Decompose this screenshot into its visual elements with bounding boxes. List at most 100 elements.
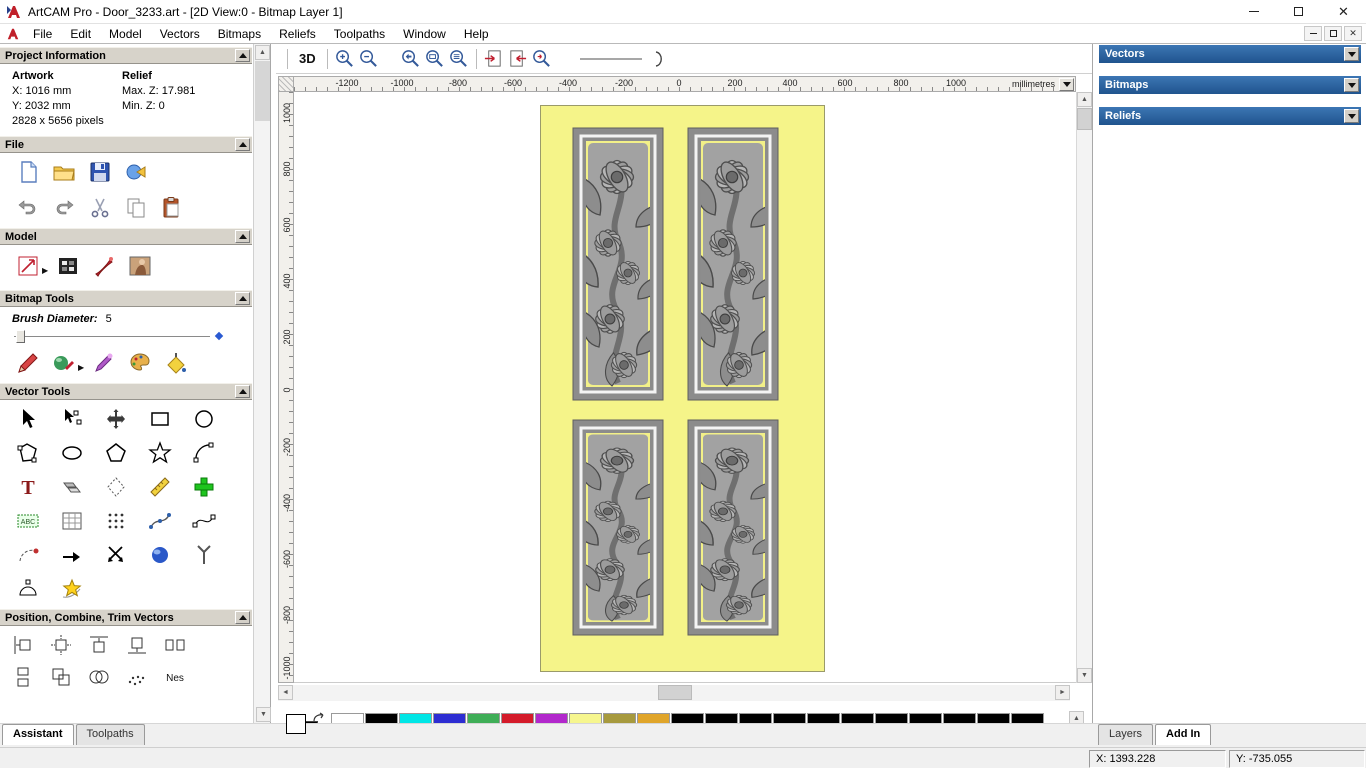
select-vectors-icon[interactable] <box>6 402 50 436</box>
zoom-in-icon[interactable] <box>333 47 357 71</box>
2d-view-canvas[interactable] <box>294 92 1076 683</box>
create-text-icon[interactable]: T <box>6 470 50 504</box>
create-freeform-icon[interactable] <box>6 436 50 470</box>
slider-handle[interactable] <box>16 330 25 343</box>
undo-icon[interactable] <box>10 193 46 223</box>
cut-icon[interactable] <box>82 193 118 223</box>
create-ellipse-icon[interactable] <box>50 436 94 470</box>
collapse-section-button[interactable] <box>235 138 250 151</box>
tab-layers[interactable]: Layers <box>1098 724 1154 745</box>
create-rectangle-icon[interactable] <box>138 402 182 436</box>
line-preview-widget[interactable] <box>578 48 674 70</box>
maximize-button[interactable] <box>1276 0 1321 24</box>
redo-icon[interactable] <box>46 193 82 223</box>
bitmap-grid-icon[interactable] <box>50 504 94 538</box>
tab-toolpaths[interactable]: Toolpaths <box>75 724 145 745</box>
menu-vectors[interactable]: Vectors <box>151 25 209 43</box>
create-diamond-icon[interactable] <box>94 470 138 504</box>
extrude-relief-icon[interactable] <box>138 538 182 572</box>
expand-bitmaps-button[interactable] <box>1344 78 1359 92</box>
set-model-size-icon[interactable] <box>10 251 46 281</box>
collapse-section-button[interactable] <box>235 230 250 243</box>
vector-direction-icon[interactable] <box>50 538 94 572</box>
create-star-icon[interactable] <box>138 436 182 470</box>
branch-vectors-icon[interactable] <box>182 538 226 572</box>
bitmaps-section-header[interactable]: Bitmaps <box>1099 76 1361 94</box>
fit-arc-icon[interactable] <box>6 538 50 572</box>
combine-vectors-icon[interactable] <box>46 662 76 692</box>
collapse-section-button[interactable] <box>235 385 250 398</box>
align-bottom-icon[interactable] <box>122 630 152 660</box>
paste-along-curve-icon[interactable] <box>138 504 182 538</box>
close-button[interactable]: ✕ <box>1321 0 1366 24</box>
minimize-button[interactable] <box>1231 0 1276 24</box>
offset-vectors-icon[interactable] <box>50 470 94 504</box>
open-model-icon[interactable] <box>46 157 82 187</box>
tab-addin[interactable]: Add In <box>1155 724 1212 745</box>
block-copy-icon[interactable] <box>182 470 226 504</box>
draw-icon[interactable] <box>86 348 122 378</box>
collapse-section-button[interactable] <box>235 611 250 624</box>
menu-edit[interactable]: Edit <box>61 25 100 43</box>
menu-toolpaths[interactable]: Toolpaths <box>325 25 394 43</box>
space-horizontal-icon[interactable] <box>160 630 190 660</box>
door-design[interactable] <box>540 105 825 672</box>
scroll-up-icon[interactable]: ▲ <box>1077 92 1092 107</box>
new-model-icon[interactable] <box>10 157 46 187</box>
tab-assistant[interactable]: Assistant <box>2 724 74 745</box>
create-arc-icon[interactable] <box>182 436 226 470</box>
menu-file[interactable]: File <box>24 25 61 43</box>
mirror-vectors-icon[interactable] <box>6 572 50 606</box>
vectors-section-header[interactable]: Vectors <box>1099 45 1361 63</box>
units-dropdown-button[interactable] <box>1059 78 1074 91</box>
wrap-star-icon[interactable] <box>50 572 94 606</box>
scroll-down-icon[interactable]: ▼ <box>1077 668 1092 683</box>
mdi-restore-button[interactable] <box>1324 26 1342 41</box>
relief-tool-icon[interactable] <box>86 251 122 281</box>
flood-fill-icon[interactable] <box>158 348 194 378</box>
zoom-fit-icon[interactable] <box>447 47 471 71</box>
save-model-icon[interactable] <box>82 157 118 187</box>
node-editing-icon[interactable] <box>50 402 94 436</box>
weld-vectors-icon[interactable] <box>84 662 114 692</box>
text-block-icon[interactable]: ABC <box>6 504 50 538</box>
measure-icon[interactable] <box>138 470 182 504</box>
menu-bitmaps[interactable]: Bitmaps <box>209 25 270 43</box>
swap-colours-icon[interactable] <box>312 712 326 724</box>
previous-bitmap-icon[interactable] <box>482 47 506 71</box>
zoom-object-icon[interactable] <box>530 47 554 71</box>
collapse-section-button[interactable] <box>235 292 250 305</box>
canvas-horizontal-scrollbar[interactable]: ◄ ► <box>278 685 1070 701</box>
align-top-icon[interactable] <box>84 630 114 660</box>
paint-selective-icon[interactable] <box>46 348 82 378</box>
canvas-vertical-scrollbar[interactable]: ▲ ▼ <box>1076 92 1092 683</box>
space-vertical-icon[interactable] <box>8 662 38 692</box>
zoom-out-icon[interactable] <box>357 47 381 71</box>
scrollbar-thumb[interactable] <box>1077 108 1092 130</box>
menu-model[interactable]: Model <box>100 25 151 43</box>
align-centre-icon[interactable] <box>46 630 76 660</box>
scroll-left-icon[interactable]: ◄ <box>278 685 293 700</box>
adjust-model-icon[interactable] <box>50 251 86 281</box>
colour-palette-icon[interactable] <box>122 348 158 378</box>
assistant-scrollbar[interactable]: ▲ ▼ <box>253 44 271 723</box>
zoom-window-icon[interactable] <box>423 47 447 71</box>
copy-icon[interactable] <box>118 193 154 223</box>
load-bitmap-icon[interactable] <box>122 251 158 281</box>
nesting-dots-icon[interactable] <box>94 504 138 538</box>
mdi-close-button[interactable]: ✕ <box>1344 26 1362 41</box>
next-bitmap-icon[interactable] <box>506 47 530 71</box>
export-model-icon[interactable] <box>118 157 154 187</box>
expand-reliefs-button[interactable] <box>1344 109 1359 123</box>
create-polygon-icon[interactable] <box>94 436 138 470</box>
scrollbar-thumb[interactable] <box>658 685 692 700</box>
create-circle-icon[interactable] <box>182 402 226 436</box>
paint-icon[interactable] <box>10 348 46 378</box>
align-left-icon[interactable] <box>8 630 38 660</box>
scroll-right-icon[interactable]: ► <box>1055 685 1070 700</box>
zoom-previous-icon[interactable] <box>399 47 423 71</box>
menu-reliefs[interactable]: Reliefs <box>270 25 325 43</box>
transform-vectors-icon[interactable] <box>94 402 138 436</box>
nest-vectors-icon[interactable]: Nes <box>160 662 190 692</box>
brush-diameter-slider[interactable] <box>8 328 238 344</box>
